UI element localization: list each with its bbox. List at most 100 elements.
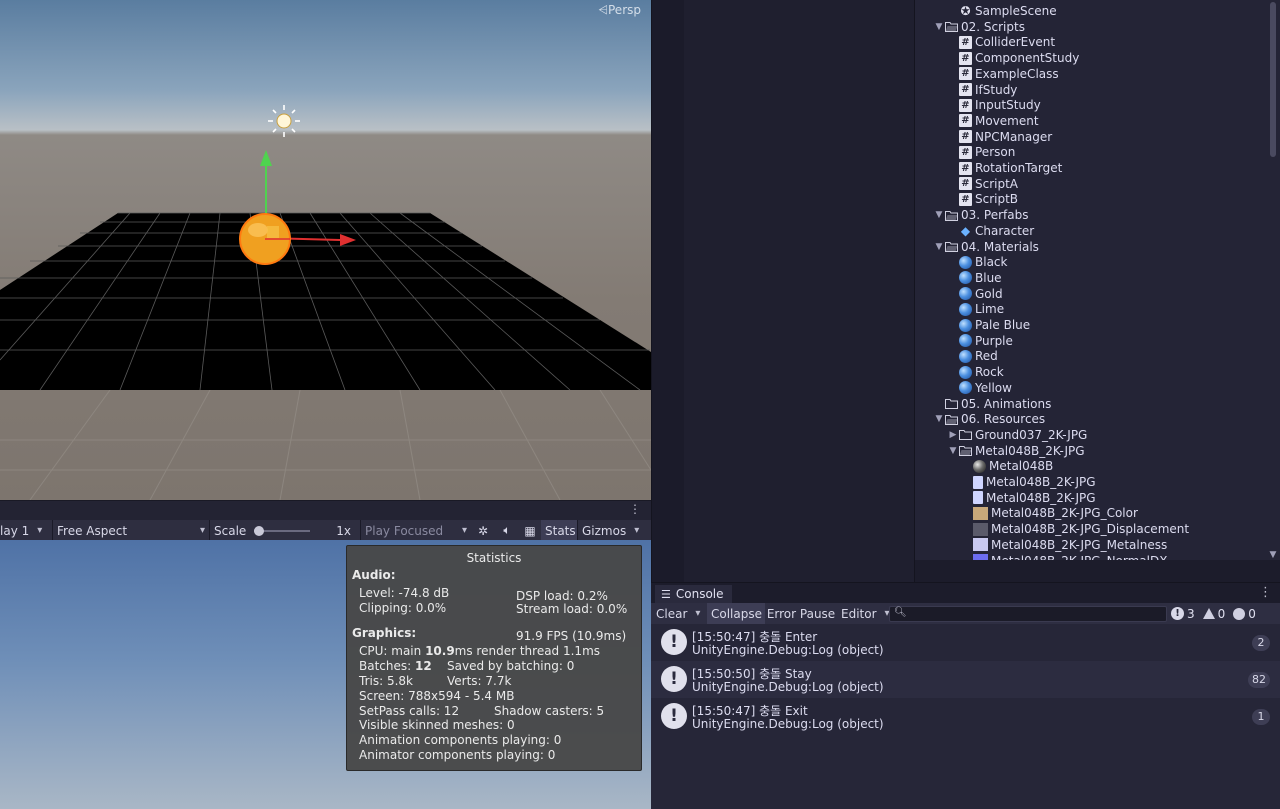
console-log-entry[interactable]: ! [15:50:47] 충돌 Exit UnityEngine.Debug:Log… (651, 698, 1280, 735)
project-item[interactable]: Pale Blue (947, 317, 1030, 333)
tab-console[interactable]: ☰ Console (655, 585, 732, 603)
scene-canvas[interactable] (0, 0, 651, 500)
camera-persp-label[interactable]: ⩤Persp (598, 3, 641, 18)
project-item[interactable]: Rock (947, 364, 1004, 380)
project-scrollbar-thumb[interactable] (1270, 2, 1276, 157)
info-filter-toggle[interactable]: ! 3 (1167, 603, 1199, 624)
project-tree[interactable]: ✪ SampleScene ▼ 02. Scripts # ColliderEvent # C… (915, 0, 1267, 560)
project-item-label: 02. Scripts (961, 19, 1025, 34)
collapse-toggle[interactable]: Collapse (707, 603, 765, 624)
project-item[interactable]: 05. Animations (933, 396, 1051, 412)
project-item[interactable]: Metal048B_2K-JPG (961, 490, 1096, 506)
project-item[interactable]: # NPCManager (947, 129, 1052, 145)
folder-open-icon (945, 209, 958, 222)
project-item-label: Metal048B_2K-JPG_Color (991, 506, 1138, 521)
project-item[interactable]: Metal048B_2K-JPG_Metalness (961, 537, 1167, 553)
error-filter-toggle[interactable]: 0 (1229, 603, 1260, 624)
project-item[interactable]: ▼ Metal048B_2K-JPG (947, 443, 1085, 459)
scale-slider[interactable] (254, 525, 311, 537)
project-item[interactable]: ▼ 06. Resources (933, 411, 1046, 427)
console-search-input[interactable]: 🔍︎ (889, 605, 1167, 622)
warning-filter-toggle[interactable]: 0 (1199, 603, 1230, 624)
log-count-badge: 82 (1248, 672, 1270, 688)
log-stacktrace: UnityEngine.Debug:Log (object) (692, 643, 884, 657)
project-item[interactable]: Purple (947, 333, 1013, 349)
expand-arrow-down-icon[interactable]: ▼ (933, 210, 945, 220)
project-item[interactable]: Metal048B_2K-JPG_NormalDX (961, 553, 1167, 560)
project-item[interactable]: # InputStudy (947, 97, 1041, 113)
project-item[interactable]: Yellow (947, 380, 1012, 396)
fps-readout: 91.9 FPS (10.9ms) (516, 629, 627, 643)
console-log-entry[interactable]: ! [15:50:50] 충돌 Stay UnityEngine.Debug:Log… (651, 661, 1280, 698)
expand-arrow-right-icon[interactable]: ▶ (947, 430, 959, 440)
gizmos-dropdown[interactable]: Gizmos (578, 520, 643, 541)
project-item[interactable]: ▼ 03. Perfabs (933, 207, 1029, 223)
stats-toggle-button[interactable]: Stats (541, 520, 577, 541)
aspect-dropdown[interactable]: Free Aspect (53, 520, 209, 541)
project-item[interactable]: # Movement (947, 113, 1039, 129)
project-item-label: ColliderEvent (975, 35, 1056, 50)
project-item[interactable]: Metal048B_2K-JPG (961, 474, 1096, 490)
statistics-panel: Statistics Audio: Level: -74.8 dB Clippi… (346, 545, 642, 771)
project-item[interactable]: Metal048B_2K-JPG_Displacement (961, 521, 1189, 537)
info-log-icon: ! (661, 703, 687, 729)
project-item[interactable]: # ScriptB (947, 191, 1018, 207)
scale-slider-knob[interactable] (254, 525, 265, 536)
project-item-label: Metal048B_2K-JPG (986, 475, 1096, 489)
project-item[interactable]: # ColliderEvent (947, 34, 1055, 50)
gizmo-plane-handle[interactable] (267, 226, 279, 238)
project-item[interactable]: # IfStudy (947, 82, 1017, 98)
console-kebab-menu-icon[interactable]: ⋮ (1259, 585, 1272, 600)
project-scrollbar[interactable]: ▼ (1268, 0, 1278, 560)
project-item[interactable]: # ScriptA (947, 176, 1018, 192)
hierarchy-panel[interactable] (651, 0, 914, 582)
audio-mute-icon[interactable]: 🔈︎ (495, 520, 519, 541)
project-item-label: Gold (975, 286, 1003, 301)
project-item[interactable]: Lime (947, 301, 1004, 317)
play-mode-dropdown[interactable]: Play Focused (361, 520, 471, 541)
project-item[interactable]: # Person (947, 144, 1015, 160)
csharp-script-icon: # (959, 98, 972, 112)
project-item[interactable]: # ExampleClass (947, 66, 1059, 82)
project-item[interactable]: ▼ 04. Materials (933, 239, 1039, 255)
search-icon: 🔍︎ (894, 606, 907, 618)
sun-light-icon[interactable] (268, 105, 300, 137)
project-item[interactable]: Red (947, 348, 998, 364)
project-item[interactable]: Blue (947, 270, 1002, 286)
bug-icon[interactable]: ✲ (471, 520, 495, 541)
material-icon (959, 365, 972, 379)
project-item-label: ComponentStudy (975, 51, 1080, 66)
editor-dropdown[interactable]: Editor (837, 603, 885, 624)
error-pause-toggle[interactable]: Error Pause (765, 603, 837, 624)
project-item[interactable]: Metal048B_2K-JPG_Color (961, 505, 1138, 521)
scene-view[interactable]: ⩤Persp (0, 0, 651, 500)
project-item[interactable]: Metal048B (961, 458, 1053, 474)
project-item[interactable]: ▶ Ground037_2K-JPG (947, 427, 1088, 443)
project-item-label: Blue (975, 270, 1002, 285)
game-tab-strip: ⋮ (0, 501, 651, 520)
display-dropdown[interactable]: lay 1 (0, 520, 52, 541)
expand-arrow-down-icon[interactable]: ▼ (933, 414, 945, 424)
project-item[interactable]: # ComponentStudy (947, 50, 1079, 66)
project-item-label: Metal048B_2K-JPG (986, 490, 1096, 505)
gizmo-y-arrow-icon[interactable] (260, 150, 272, 166)
project-item[interactable]: ◆ Character (947, 223, 1034, 239)
console-log-entry[interactable]: ! [15:50:47] 충돌 Enter UnityEngine.Debug:Lo… (651, 624, 1280, 661)
tris-readout: Tris: 5.8k (359, 674, 413, 688)
project-item[interactable]: ✪ SampleScene (947, 3, 1056, 19)
material-icon (959, 302, 972, 316)
skinned-meshes-readout: Visible skinned meshes: 0 (359, 718, 515, 732)
expand-arrow-down-icon[interactable]: ▼ (933, 242, 945, 252)
project-item[interactable]: Gold (947, 286, 1003, 302)
expand-arrow-down-icon[interactable]: ▼ (933, 22, 945, 32)
scroll-down-icon[interactable]: ▼ (1268, 550, 1278, 560)
folder-icon (959, 428, 972, 441)
project-item[interactable]: # RotationTarget (947, 160, 1062, 176)
clear-button[interactable]: Clear (651, 603, 707, 624)
keyboard-icon[interactable]: ▦ (519, 520, 541, 541)
project-item[interactable]: ▼ 02. Scripts (933, 19, 1025, 35)
expand-arrow-down-icon[interactable]: ▼ (947, 446, 959, 456)
game-kebab-menu-icon[interactable]: ⋮ (629, 502, 641, 516)
shadow-casters-readout: Shadow casters: 5 (494, 704, 605, 718)
project-item[interactable]: Black (947, 254, 1007, 270)
